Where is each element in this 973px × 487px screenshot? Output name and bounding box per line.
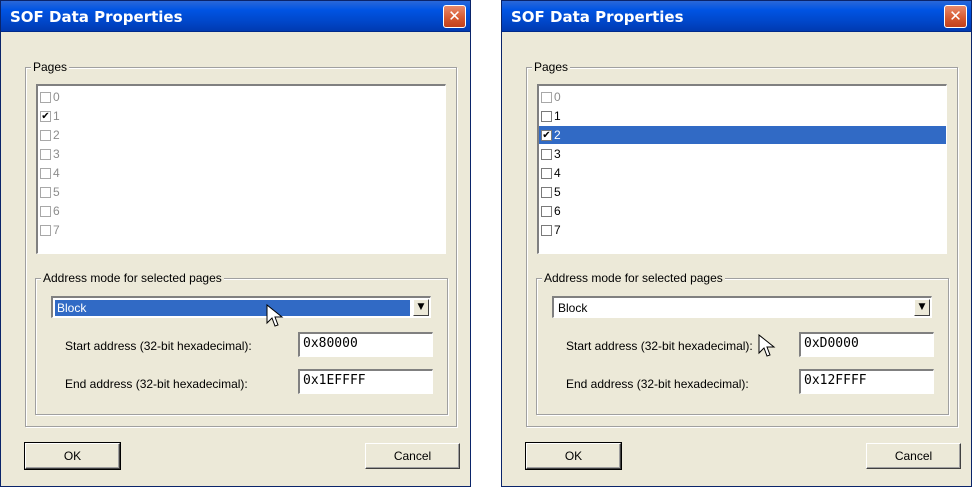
page-item-5[interactable]: 5 xyxy=(40,183,445,201)
address-mode-select[interactable]: Block ▼ xyxy=(552,296,932,318)
page-item-5[interactable]: 5 xyxy=(541,183,946,201)
page-item-4[interactable]: 4 xyxy=(40,164,445,182)
end-address-input[interactable]: 0x1EFFFF xyxy=(298,369,433,394)
page-checkbox-2[interactable]: ✔ xyxy=(541,129,552,141)
chevron-down-icon[interactable]: ▼ xyxy=(914,299,930,316)
mouse-pointer-icon xyxy=(266,304,284,327)
page-checkbox-5[interactable] xyxy=(40,186,51,198)
page-label-2: 2 xyxy=(53,128,60,142)
page-checkbox-0[interactable] xyxy=(541,91,552,103)
start-address-label: Start address (32-bit hexadecimal): xyxy=(65,339,252,353)
page-label-0: 0 xyxy=(53,90,60,104)
page-checkbox-2[interactable] xyxy=(40,129,51,141)
page-label-4: 4 xyxy=(554,166,561,180)
ok-button[interactable]: OK xyxy=(525,442,622,470)
page-checkbox-4[interactable] xyxy=(40,167,51,179)
pages-listbox[interactable]: 0 ✔ 1 2 3 4 5 6 7 xyxy=(36,84,446,254)
page-checkbox-4[interactable] xyxy=(541,167,552,179)
page-label-5: 5 xyxy=(554,185,561,199)
page-checkbox-3[interactable] xyxy=(541,148,552,160)
end-address-label: End address (32-bit hexadecimal): xyxy=(566,377,749,391)
page-item-0[interactable]: 0 xyxy=(541,88,946,106)
end-address-label: End address (32-bit hexadecimal): xyxy=(65,377,248,391)
page-checkbox-1[interactable]: ✔ xyxy=(40,110,51,122)
start-address-input[interactable]: 0x80000 xyxy=(298,332,433,357)
page-label-1: 1 xyxy=(554,109,561,123)
page-checkbox-3[interactable] xyxy=(40,148,51,160)
page-checkbox-1[interactable] xyxy=(541,110,552,122)
page-label-3: 3 xyxy=(53,147,60,161)
page-item-7[interactable]: 7 xyxy=(541,221,946,239)
page-label-5: 5 xyxy=(53,185,60,199)
page-label-6: 6 xyxy=(554,204,561,218)
page-checkbox-7[interactable] xyxy=(541,224,552,236)
page-label-1: 1 xyxy=(53,109,60,123)
title-bar[interactable]: SOF Data Properties ✕ xyxy=(1,1,470,32)
start-address-input[interactable]: 0xD0000 xyxy=(799,332,934,357)
page-item-6[interactable]: 6 xyxy=(40,202,445,220)
address-mode-value: Block xyxy=(55,300,410,316)
dialog-title: SOF Data Properties xyxy=(511,8,684,26)
page-item-6[interactable]: 6 xyxy=(541,202,946,220)
page-item-3[interactable]: 3 xyxy=(40,145,445,163)
page-label-0: 0 xyxy=(554,90,561,104)
page-checkbox-6[interactable] xyxy=(541,205,552,217)
pages-listbox[interactable]: 0 1 ✔ 2 3 4 5 6 7 xyxy=(537,84,947,254)
cancel-button[interactable]: Cancel xyxy=(365,443,460,469)
page-label-2: 2 xyxy=(554,128,561,142)
close-icon[interactable]: ✕ xyxy=(944,5,967,28)
dialog-title: SOF Data Properties xyxy=(10,8,183,26)
pages-group-label: Pages xyxy=(532,60,571,74)
close-icon[interactable]: ✕ xyxy=(443,5,466,28)
end-address-input[interactable]: 0x12FFFF xyxy=(799,369,934,394)
address-mode-label: Address mode for selected pages xyxy=(542,271,725,285)
page-checkbox-5[interactable] xyxy=(541,186,552,198)
address-mode-value: Block xyxy=(558,301,588,315)
page-item-2[interactable]: ✔ 2 xyxy=(539,126,946,144)
page-checkbox-7[interactable] xyxy=(40,224,51,236)
ok-button[interactable]: OK xyxy=(24,442,121,470)
page-item-7[interactable]: 7 xyxy=(40,221,445,239)
page-checkbox-6[interactable] xyxy=(40,205,51,217)
mouse-pointer-icon xyxy=(758,334,776,357)
address-mode-select[interactable]: Block ▼ xyxy=(51,296,431,318)
title-bar[interactable]: SOF Data Properties ✕ xyxy=(502,1,971,32)
page-item-1[interactable]: 1 xyxy=(541,107,946,125)
page-item-2[interactable]: 2 xyxy=(40,126,445,144)
page-item-3[interactable]: 3 xyxy=(541,145,946,163)
page-item-4[interactable]: 4 xyxy=(541,164,946,182)
page-label-3: 3 xyxy=(554,147,561,161)
page-label-6: 6 xyxy=(53,204,60,218)
start-address-label: Start address (32-bit hexadecimal): xyxy=(566,339,753,353)
sof-data-properties-dialog-1: SOF Data Properties ✕ Pages 0 ✔ 1 2 3 4 … xyxy=(0,0,471,487)
page-checkbox-0[interactable] xyxy=(40,91,51,103)
cancel-button[interactable]: Cancel xyxy=(866,443,961,469)
chevron-down-icon[interactable]: ▼ xyxy=(413,299,429,316)
page-item-1[interactable]: ✔ 1 xyxy=(40,107,445,125)
page-label-7: 7 xyxy=(554,223,561,237)
page-label-4: 4 xyxy=(53,166,60,180)
address-mode-label: Address mode for selected pages xyxy=(41,271,224,285)
pages-group-label: Pages xyxy=(31,60,70,74)
page-label-7: 7 xyxy=(53,223,60,237)
sof-data-properties-dialog-2: SOF Data Properties ✕ Pages 0 1 ✔ 2 3 4 … xyxy=(501,0,972,487)
page-item-0[interactable]: 0 xyxy=(40,88,445,106)
